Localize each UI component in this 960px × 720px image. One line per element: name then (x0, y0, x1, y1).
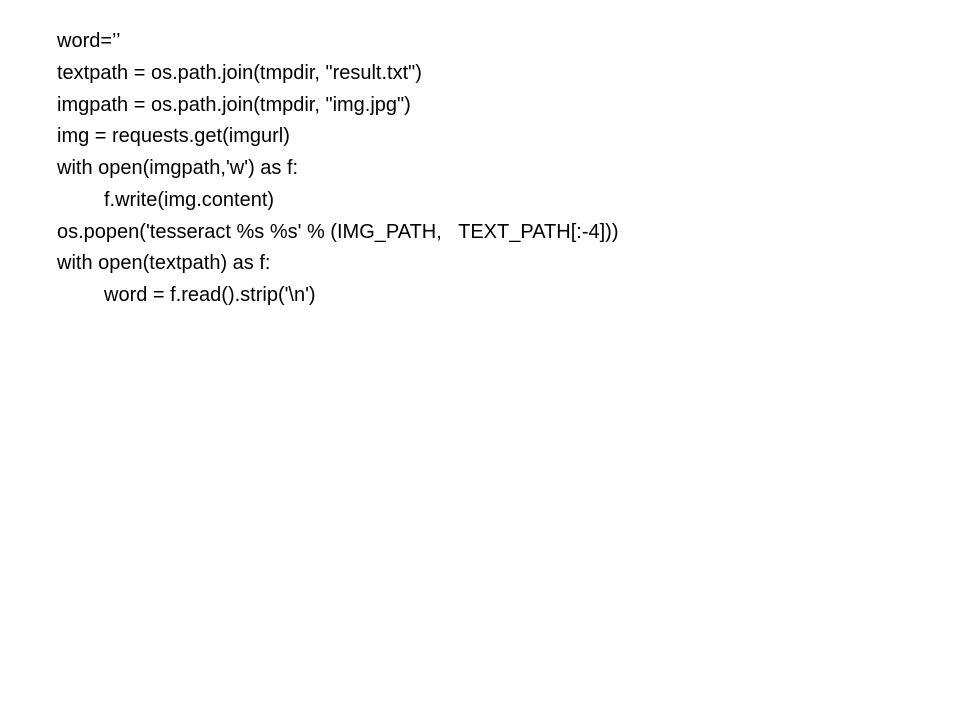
code-line-textpath: textpath = os.path.join(tmpdir, "result.… (57, 61, 422, 84)
code-line-img-request: img = requests.get(imgurl) (57, 125, 290, 148)
code-line-imgpath: imgpath = os.path.join(tmpdir, "img.jpg"… (57, 93, 411, 116)
slide-canvas: word=’’ textpath = os.path.join(tmpdir, … (0, 0, 960, 720)
code-line-read-word: word = f.read().strip('\n') (104, 284, 316, 306)
code-block: word=’’ textpath = os.path.join(tmpdir, … (57, 26, 618, 312)
code-line-write-img: f.write(img.content) (104, 188, 275, 211)
code-line-open-text: with open(textpath) as f: (57, 252, 271, 275)
code-line-open-img: with open(imgpath,'w') as f: (57, 157, 299, 179)
code-line-word-init: word=’’ (57, 30, 121, 52)
code-line-tesseract: os.popen('tesseract %s %s' % (IMG_PATH, … (57, 220, 619, 243)
